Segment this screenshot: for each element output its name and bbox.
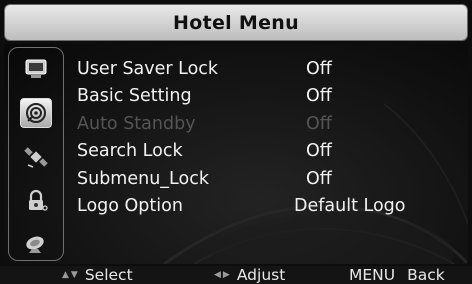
settings-list: User Saver Lock Off Basic Setting Off Au… [77, 55, 467, 220]
menu-row-auto-standby: Auto Standby Off [77, 110, 467, 138]
menu-item-label: Logo Option [77, 196, 183, 217]
back-hint: MENU Back [349, 266, 445, 284]
title-bar: Hotel Menu [4, 4, 468, 41]
menu-item-value: Default Logo [294, 196, 406, 217]
adjust-hint-label: Adjust [236, 266, 286, 284]
back-hint-label: Back [407, 266, 445, 284]
menu-item-label: Basic Setting [77, 86, 192, 107]
key-hint-bar: ▲▼ Select ◀▶ Adjust MENU Back [0, 266, 472, 284]
menu-row-user-saver-lock[interactable]: User Saver Lock Off [77, 55, 467, 83]
menu-item-label: Search Lock [77, 141, 183, 162]
menu-row-submenu-lock[interactable]: Submenu_Lock Off [77, 165, 467, 193]
menu-item-value: Off [306, 86, 332, 107]
left-right-arrow-icon: ◀▶ [214, 270, 232, 280]
menu-row-search-lock[interactable]: Search Lock Off [77, 138, 467, 166]
menu-item-value: Off [306, 141, 332, 162]
tv-icon[interactable] [22, 56, 50, 82]
menu-row-logo-option[interactable]: Logo Option Default Logo [77, 193, 467, 221]
sidebar [8, 47, 64, 261]
dish-icon[interactable] [22, 230, 50, 256]
lock-icon[interactable] [22, 188, 50, 214]
menu-title: Hotel Menu [173, 11, 299, 34]
menu-item-value: Off [306, 58, 332, 79]
osd-screen: Hotel Menu User Saver Lock Off Basic Set… [0, 0, 472, 284]
satellite-icon[interactable] [22, 144, 50, 170]
select-hint-label: Select [84, 266, 133, 284]
menu-item-value: Off [306, 168, 332, 189]
menu-panel: User Saver Lock Off Basic Setting Off Au… [4, 44, 468, 264]
menu-item-value: Off [306, 113, 332, 134]
adjust-hint: ◀▶ Adjust [214, 266, 285, 284]
menu-row-basic-setting[interactable]: Basic Setting Off [77, 83, 467, 111]
up-down-arrow-icon: ▲▼ [62, 270, 80, 280]
menu-item-label: User Saver Lock [77, 58, 219, 79]
menu-item-label: Submenu_Lock [77, 168, 209, 189]
select-hint: ▲▼ Select [62, 266, 133, 284]
menu-key-label: MENU [349, 266, 396, 284]
settings-disc-icon[interactable] [20, 98, 52, 128]
menu-item-label: Auto Standby [77, 113, 196, 134]
